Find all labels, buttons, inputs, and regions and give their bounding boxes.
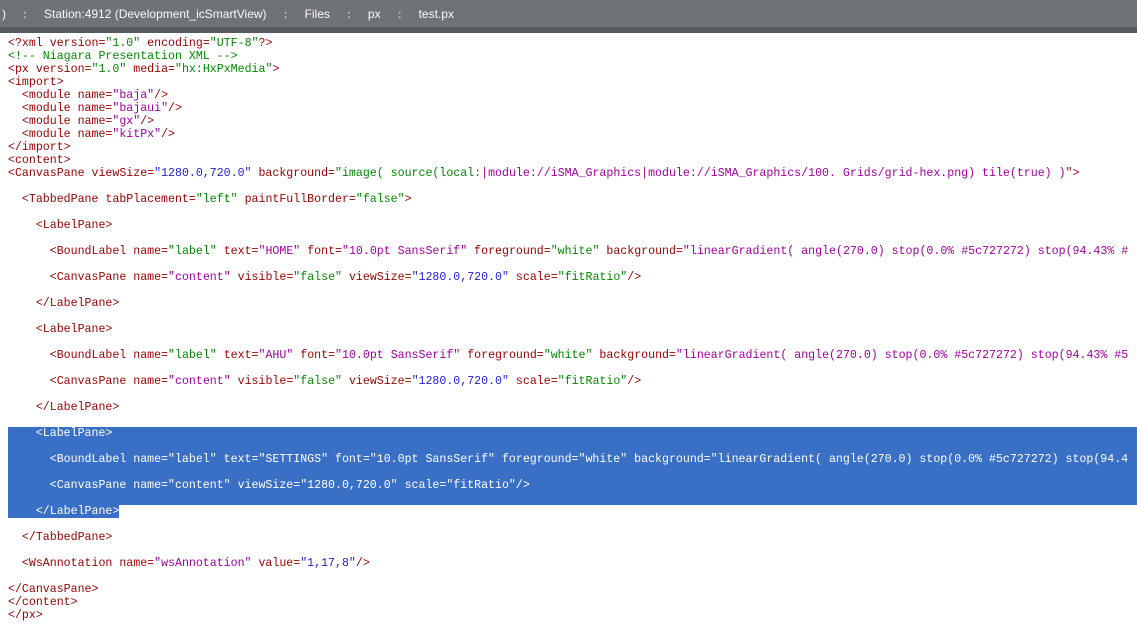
code-line-selected: <BoundLabel name="label" text="SETTINGS"… xyxy=(8,453,1137,466)
code-line xyxy=(8,206,1137,219)
code-line: </px> xyxy=(8,609,1137,622)
code-line: </CanvasPane> xyxy=(8,583,1137,596)
code-line: <CanvasPane viewSize="1280.0,720.0" back… xyxy=(8,167,1137,180)
code-line xyxy=(8,310,1137,323)
code-line: <module name="baja"/> xyxy=(8,89,1137,102)
code-line xyxy=(8,284,1137,297)
code-line: <?xml version="1.0" encoding="UTF-8"?> xyxy=(8,37,1137,50)
breadcrumb-item-station[interactable]: Station:4912 (Development_icSmartView) xyxy=(44,7,267,21)
code-line xyxy=(8,544,1137,557)
code-line: </LabelPane> xyxy=(8,401,1137,414)
code-line: <module name="gx"/> xyxy=(8,115,1137,128)
code-line xyxy=(8,232,1137,245)
code-line xyxy=(8,362,1137,375)
code-line-selected xyxy=(8,492,1137,505)
code-line: <import> xyxy=(8,76,1137,89)
breadcrumb-item-px[interactable]: px xyxy=(368,7,381,21)
code-line: <LabelPane> xyxy=(8,219,1137,232)
code-line: <module name="kitPx"/> xyxy=(8,128,1137,141)
code-line xyxy=(8,180,1137,193)
code-line: </TabbedPane> xyxy=(8,531,1137,544)
code-line: <WsAnnotation name="wsAnnotation" value=… xyxy=(8,557,1137,570)
breadcrumb-item-files[interactable]: Files xyxy=(305,7,330,21)
breadcrumb-item-testpx[interactable]: test.px xyxy=(419,7,454,21)
code-line: <BoundLabel name="label" text="HOME" fon… xyxy=(8,245,1137,258)
code-line-selected: </LabelPane> xyxy=(8,505,1137,518)
code-editor[interactable]: <?xml version="1.0" encoding="UTF-8"?><!… xyxy=(0,33,1137,622)
code-line: <BoundLabel name="label" text="AHU" font… xyxy=(8,349,1137,362)
breadcrumb-separator: : xyxy=(23,7,27,21)
code-line: <content> xyxy=(8,154,1137,167)
code-line xyxy=(8,388,1137,401)
code-line: <CanvasPane name="content" visible="fals… xyxy=(8,375,1137,388)
code-line: <CanvasPane name="content" visible="fals… xyxy=(8,271,1137,284)
code-line-selected xyxy=(8,466,1137,479)
code-line-selected: <LabelPane> xyxy=(8,427,1137,440)
code-line xyxy=(8,258,1137,271)
code-line: <!-- Niagara Presentation XML --> xyxy=(8,50,1137,63)
code-line: <px version="1.0" media="hx:HxPxMedia"> xyxy=(8,63,1137,76)
code-line xyxy=(8,414,1137,427)
code-line xyxy=(8,570,1137,583)
code-line xyxy=(8,336,1137,349)
code-line: </import> xyxy=(8,141,1137,154)
code-line: <module name="bajaui"/> xyxy=(8,102,1137,115)
code-line-selected: <CanvasPane name="content" viewSize="128… xyxy=(8,479,1137,492)
code-line-selected xyxy=(8,440,1137,453)
breadcrumb-separator: : xyxy=(284,7,288,21)
code-line: <LabelPane> xyxy=(8,323,1137,336)
code-line: <TabbedPane tabPlacement="left" paintFul… xyxy=(8,193,1137,206)
breadcrumb-item-partial[interactable]: ) xyxy=(2,7,6,21)
code-line: </LabelPane> xyxy=(8,297,1137,310)
breadcrumb-separator: : xyxy=(347,7,351,21)
code-line: </content> xyxy=(8,596,1137,609)
code-line xyxy=(8,518,1137,531)
breadcrumb-separator: : xyxy=(398,7,402,21)
breadcrumb-bar: ) : Station:4912 (Development_icSmartVie… xyxy=(0,0,1137,27)
